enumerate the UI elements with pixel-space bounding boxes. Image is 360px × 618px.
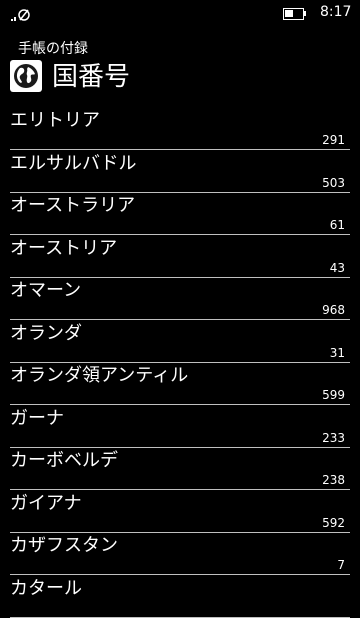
list-item[interactable]: エリトリア 291 [0, 106, 360, 150]
app-name: 手帳の付録 [18, 41, 88, 57]
list-item[interactable]: カタール [0, 574, 360, 618]
country-code-list: エリトリア 291 エルサルバドル 503 オーストラリア 61 オーストリア 43 オマーン 9… [0, 106, 360, 618]
country-name: オマーン [10, 280, 82, 301]
country-name: オーストリア [10, 237, 118, 259]
list-item[interactable]: ガイアナ 592 [0, 489, 360, 533]
country-name: エリトリア [10, 110, 100, 131]
list-item[interactable]: エルサルバドル 503 [0, 149, 360, 193]
battery-icon [283, 8, 307, 20]
country-name: ガイアナ [10, 492, 82, 514]
country-name: オランダ [10, 322, 82, 344]
country-code: 592 [322, 515, 345, 530]
country-code: 968 [322, 303, 345, 317]
country-code: 233 [322, 430, 345, 445]
list-item[interactable]: カーボベルデ 238 [0, 446, 360, 490]
status-bar: 8:17 [0, 0, 360, 28]
country-code: 291 [322, 133, 345, 147]
list-item[interactable]: オマーン 968 [0, 276, 360, 320]
list-item[interactable]: カザフスタン 7 [0, 531, 360, 575]
list-item[interactable]: オーストラリア 61 [0, 191, 360, 235]
country-code: 238 [322, 473, 345, 487]
country-code: 7 [337, 558, 345, 572]
list-item[interactable]: オランダ 31 [0, 319, 360, 363]
country-code: 599 [322, 388, 345, 402]
country-code: 43 [329, 260, 345, 275]
divider [10, 616, 350, 618]
country-code: 31 [329, 345, 345, 360]
no-signal-icon [11, 9, 30, 21]
clock: 8:17 [320, 4, 352, 20]
page-title: 国番号 [52, 62, 131, 92]
globe-icon [10, 60, 42, 92]
country-name: オランダ領アンティル [10, 365, 189, 386]
country-name: カタール [10, 577, 82, 599]
country-code: 61 [329, 218, 345, 232]
list-item[interactable]: ガーナ 233 [0, 404, 360, 448]
country-name: エルサルバドル [10, 152, 137, 174]
list-item[interactable]: オランダ領アンティル 599 [0, 361, 360, 405]
country-code: 503 [322, 175, 345, 190]
list-item[interactable]: オーストリア 43 [0, 234, 360, 278]
country-name: カーボベルデ [10, 450, 118, 471]
country-name: オーストラリア [10, 195, 136, 216]
country-name: ガーナ [10, 407, 64, 429]
country-name: カザフスタン [10, 535, 118, 556]
